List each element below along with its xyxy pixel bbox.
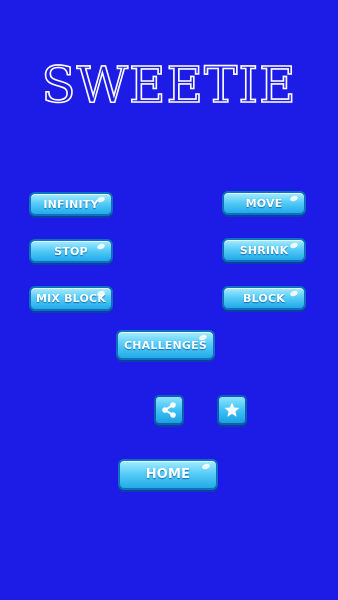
game-title-text: SWEETIE — [41, 56, 296, 114]
mix-block-button[interactable]: MIX BLOCK — [29, 286, 113, 311]
block-button[interactable]: BLOCK — [222, 286, 306, 310]
shrink-button[interactable]: SHRINK — [222, 238, 306, 262]
move-button[interactable]: MOVE — [222, 191, 306, 215]
share-icon — [162, 402, 176, 418]
home-button[interactable]: HOME — [118, 459, 218, 490]
rate-button[interactable] — [217, 395, 247, 425]
share-button[interactable] — [154, 395, 184, 425]
challenges-button[interactable]: CHALLENGES — [116, 330, 215, 360]
infinity-button[interactable]: INFINITY — [29, 192, 113, 216]
star-icon — [224, 402, 240, 417]
game-title: SWEETIE — [41, 55, 297, 115]
stop-button[interactable]: STOP — [29, 239, 113, 263]
